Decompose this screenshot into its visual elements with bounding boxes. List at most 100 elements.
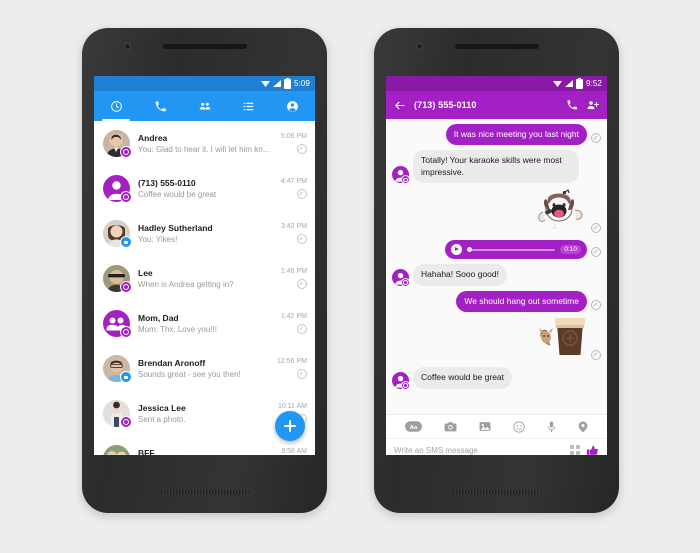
delivered-icon bbox=[591, 300, 601, 311]
voice-message-bubble[interactable]: 0:10 bbox=[445, 240, 587, 260]
sms-badge-icon bbox=[120, 416, 132, 428]
location-icon[interactable] bbox=[578, 421, 588, 433]
front-camera-icon bbox=[124, 43, 131, 50]
timestamp: 12:56 PM bbox=[277, 358, 307, 365]
list-item[interactable]: (713) 555-0110 Coffee would be great 4:4… bbox=[94, 166, 315, 211]
list-item-meta: 1:42 PM bbox=[281, 313, 307, 334]
apps-grid-icon[interactable] bbox=[570, 445, 580, 455]
left-phone-device: 5:09 Andrea You: Glad to hear it. I will… bbox=[82, 28, 327, 513]
microphone-icon[interactable] bbox=[547, 421, 556, 433]
composer-tools: Aa bbox=[386, 415, 607, 438]
delivered-icon bbox=[297, 324, 307, 334]
tab-profile[interactable] bbox=[271, 91, 315, 121]
message-bubble-incoming[interactable]: Totally! Your karaoke skills were most i… bbox=[413, 150, 579, 184]
message-thread[interactable]: It was nice meeting you last night Total… bbox=[386, 119, 607, 414]
earpiece-speaker bbox=[454, 44, 539, 49]
coffee-cup-sticker[interactable] bbox=[529, 317, 587, 362]
person-add-icon[interactable] bbox=[586, 99, 600, 111]
thumbs-up-icon[interactable] bbox=[586, 444, 599, 456]
tab-recents[interactable] bbox=[94, 91, 138, 121]
message-snippet: When is Andrea getting in? bbox=[138, 279, 234, 289]
right-phone-screen: 9:52 (713) 555-0110 It was nice meeting … bbox=[386, 76, 607, 455]
sms-badge-icon bbox=[120, 146, 132, 158]
list-item-text: Lee When is Andrea getting in? bbox=[138, 268, 273, 289]
avatar bbox=[103, 310, 132, 338]
message-row: We should hang out sometime bbox=[392, 290, 601, 313]
list-item-meta: 5:06 PM bbox=[281, 133, 307, 154]
bottom-speaker bbox=[160, 490, 249, 495]
signal-icon bbox=[565, 80, 574, 87]
contact-name: Mom, Dad bbox=[138, 313, 179, 324]
chat-title: (713) 555-0110 bbox=[414, 100, 477, 110]
delivered-icon bbox=[591, 133, 601, 144]
right-phone-device: 9:52 (713) 555-0110 It was nice meeting … bbox=[374, 28, 619, 513]
contact-name: Lee bbox=[138, 268, 153, 279]
list-item[interactable]: Hadley Sutherland You: Yikes! 3:42 PM bbox=[94, 211, 315, 256]
list-item-text: Brendan Aronoff Sounds great - see you t… bbox=[138, 358, 269, 379]
list-item[interactable]: Brendan Aronoff Sounds great - see you t… bbox=[94, 346, 315, 391]
contact-name: Andrea bbox=[138, 133, 168, 144]
contact-avatar bbox=[392, 268, 410, 287]
conversation-list[interactable]: Andrea You: Glad to hear it. I will let … bbox=[94, 121, 315, 455]
list-item-text: Mom, Dad Mom: Thx, Love you!!! bbox=[138, 313, 273, 334]
contact-avatar bbox=[392, 166, 410, 185]
message-row bbox=[392, 317, 601, 362]
status-time: 9:52 bbox=[586, 79, 602, 88]
emoji-icon[interactable] bbox=[513, 420, 525, 433]
avatar bbox=[103, 400, 132, 428]
camera-icon[interactable] bbox=[444, 421, 457, 432]
timestamp: 1:42 PM bbox=[280, 313, 307, 320]
timestamp: 4:47 PM bbox=[280, 178, 307, 185]
screenshot-stage: 5:09 Andrea You: Glad to hear it. I will… bbox=[0, 0, 700, 553]
message-input[interactable]: Write an SMS message bbox=[394, 446, 564, 455]
message-snippet: Coffee would be great bbox=[138, 189, 217, 199]
delivered-icon bbox=[297, 189, 307, 199]
list-item[interactable]: Andrea You: Glad to hear it. I will let … bbox=[94, 121, 315, 166]
list-item-text: BFF Jen: She said what?!?!? bbox=[138, 448, 273, 455]
avatar bbox=[103, 175, 132, 203]
gallery-icon[interactable] bbox=[479, 421, 491, 432]
list-item-meta: 12:56 PM bbox=[277, 358, 307, 379]
arrow-back-icon[interactable] bbox=[393, 99, 406, 112]
message-bubble-incoming[interactable]: Hahaha! Sooo good! bbox=[413, 264, 507, 286]
singing-dog-sticker[interactable] bbox=[529, 188, 587, 235]
voice-progress-track[interactable] bbox=[467, 247, 556, 253]
list-item[interactable]: Lee When is Andrea getting in? 1:46 PM bbox=[94, 256, 315, 301]
avatar bbox=[103, 355, 132, 383]
status-time: 5:09 bbox=[294, 79, 310, 88]
tab-calls[interactable] bbox=[138, 91, 182, 121]
play-icon[interactable] bbox=[451, 244, 462, 256]
message-bubble-outgoing[interactable]: It was nice meeting you last night bbox=[445, 124, 587, 146]
wifi-icon bbox=[553, 80, 562, 87]
text-format-icon[interactable]: Aa bbox=[405, 421, 422, 432]
messenger-badge-icon bbox=[120, 236, 132, 248]
timestamp: 5:06 PM bbox=[280, 133, 307, 140]
delivered-icon bbox=[297, 234, 307, 244]
message-bubble-outgoing[interactable]: We should hang out sometime bbox=[456, 290, 587, 313]
contact-name: BFF bbox=[138, 448, 155, 455]
list-item-meta: 9:58 AM bbox=[281, 448, 307, 455]
list-item[interactable]: Mom, Dad Mom: Thx, Love you!!! 1:42 PM bbox=[94, 301, 315, 346]
new-conversation-fab[interactable] bbox=[275, 411, 305, 441]
message-snippet: Mom: Thx, Love you!!! bbox=[138, 324, 217, 334]
message-bubble-incoming[interactable]: Coffee would be great bbox=[413, 367, 513, 389]
message-snippet: You: Yikes! bbox=[138, 234, 178, 244]
tab-lists[interactable] bbox=[227, 91, 271, 121]
message-composer: Aa Write an SMS message bbox=[386, 414, 607, 455]
sms-badge-icon bbox=[120, 191, 132, 203]
composer-input-row[interactable]: Write an SMS message bbox=[386, 438, 607, 455]
wifi-icon bbox=[261, 80, 270, 87]
delivered-icon bbox=[591, 247, 601, 258]
contact-avatar bbox=[392, 371, 410, 390]
sms-badge-icon bbox=[401, 277, 410, 287]
bottom-speaker bbox=[452, 490, 541, 495]
list-item-meta: 4:47 PM bbox=[281, 178, 307, 199]
phone-icon[interactable] bbox=[566, 99, 578, 111]
left-status-bar: 5:09 bbox=[94, 76, 315, 91]
list-item-meta: 1:46 PM bbox=[281, 268, 307, 289]
avatar bbox=[103, 265, 132, 293]
tab-groups[interactable] bbox=[182, 91, 226, 121]
svg-text:Aa: Aa bbox=[410, 425, 418, 431]
right-status-bar: 9:52 bbox=[386, 76, 607, 91]
sms-badge-icon bbox=[120, 326, 132, 338]
